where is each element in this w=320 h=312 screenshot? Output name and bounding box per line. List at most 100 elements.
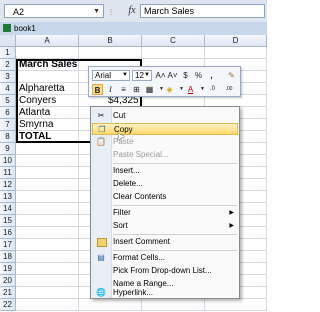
cell-a6[interactable]: Atlanta [17, 107, 50, 119]
menu-item-cut[interactable]: ✂ Cut [92, 110, 238, 122]
menu-item-delete[interactable]: Delete... [92, 178, 238, 190]
font-size-select[interactable]: 12 ▼ [132, 70, 152, 81]
fill-color-icon[interactable]: ◈ [164, 84, 175, 95]
select-all-corner[interactable] [0, 35, 16, 47]
row-header-22[interactable]: 22 [0, 299, 16, 311]
percent-button[interactable]: % [193, 70, 204, 81]
borders-icon[interactable]: ▦ [144, 84, 155, 95]
row-header-19[interactable]: 19 [0, 263, 16, 275]
row-header-16[interactable]: 16 [0, 227, 16, 239]
cell-a2[interactable]: March Sales [17, 59, 77, 71]
font-color-button[interactable]: A [185, 84, 196, 95]
insert-function-icon[interactable]: fx [125, 4, 139, 18]
chevron-down-icon[interactable]: ▼ [93, 5, 100, 19]
column-header-a[interactable]: A [16, 35, 79, 47]
menu-item-label: Sort [113, 221, 128, 230]
menu-item-insert-comment[interactable]: Insert Comment [92, 236, 238, 248]
cell-a5[interactable]: Conyers [17, 95, 56, 107]
cell-a4[interactable]: Alpharetta [17, 83, 65, 95]
row-header-6[interactable]: 6 [0, 107, 16, 119]
row-header-18[interactable]: 18 [0, 251, 16, 263]
menu-item-format-cells[interactable]: ▤ Format Cells... [92, 252, 238, 264]
italic-button[interactable]: I [105, 84, 116, 95]
align-center-icon[interactable]: ≡ [118, 84, 129, 95]
row-header-2[interactable]: 2 [0, 59, 16, 71]
cell-a8[interactable]: TOTAL [17, 131, 51, 143]
menu-item-hyperlink[interactable]: 🌐 Hyperlink... [92, 287, 238, 299]
menu-item-paste[interactable]: 📋 Paste [92, 136, 238, 148]
grid-cell[interactable] [16, 47, 79, 59]
grid-cell[interactable] [142, 299, 205, 311]
font-size-value: 12 [135, 71, 144, 80]
menu-item-sort[interactable]: Sort ▶ [92, 220, 238, 232]
menu-item-copy[interactable]: ❐ Copy [92, 123, 238, 135]
row-header-14[interactable]: 14 [0, 203, 16, 215]
row-header-9[interactable]: 9 [0, 143, 16, 155]
currency-button[interactable]: $ [180, 70, 191, 81]
menu-item-paste-special[interactable]: Paste Special... [92, 149, 238, 161]
menu-item-pick-from-list[interactable]: Pick From Drop-down List... [92, 265, 238, 277]
row-header-4[interactable]: 4 [0, 83, 16, 95]
grid-cell[interactable] [16, 179, 79, 191]
row-header-15[interactable]: 15 [0, 215, 16, 227]
grid-cell[interactable] [16, 203, 79, 215]
paintbrush-icon[interactable]: ✎ [226, 70, 237, 81]
grid-cell[interactable] [16, 299, 79, 311]
grid-cell[interactable] [16, 287, 79, 299]
font-name-select[interactable]: Arial ▼ [92, 70, 130, 81]
menu-item-label: Delete... [113, 179, 143, 188]
menu-item-filter[interactable]: Filter ▶ [92, 207, 238, 219]
menu-item-insert[interactable]: Insert... [92, 165, 238, 177]
shrink-font-button[interactable]: A˅ [167, 70, 178, 81]
formula-input[interactable]: March Sales [140, 4, 265, 18]
chevron-down-icon: ▼ [144, 72, 150, 78]
cell-a7[interactable]: Smyrna [17, 119, 53, 131]
grid-cell[interactable] [205, 299, 267, 311]
row-header-1[interactable]: 1 [0, 47, 16, 59]
name-box[interactable]: A2 ▼ [4, 4, 104, 18]
row-header-7[interactable]: 7 [0, 119, 16, 131]
row-header-8[interactable]: 8 [0, 131, 16, 143]
grow-font-button[interactable]: A˄ [155, 70, 166, 81]
grid-cell[interactable] [16, 251, 79, 263]
scissors-icon: ✂ [97, 111, 105, 120]
row-header-12[interactable]: 12 [0, 179, 16, 191]
bold-button[interactable]: B [92, 84, 103, 95]
row-header-20[interactable]: 20 [0, 275, 16, 287]
grid-cell[interactable] [16, 191, 79, 203]
paste-icon: 📋 [96, 137, 106, 146]
menu-item-clear-contents[interactable]: Clear Contents [92, 191, 238, 203]
row-header-13[interactable]: 13 [0, 191, 16, 203]
menu-item-label: Paste Special... [113, 150, 169, 159]
grid-cell[interactable] [79, 47, 142, 59]
grid-cell[interactable] [16, 167, 79, 179]
grid-cell[interactable] [16, 227, 79, 239]
menu-separator [113, 205, 237, 206]
grid-cell[interactable] [16, 275, 79, 287]
column-header-b[interactable]: B [79, 35, 142, 47]
row-header-11[interactable]: 11 [0, 167, 16, 179]
grid-cell[interactable] [16, 71, 79, 83]
grid-cell[interactable] [16, 155, 79, 167]
grid-cell[interactable] [79, 299, 142, 311]
comma-style-button[interactable]: , [206, 70, 217, 81]
grid-cell[interactable] [16, 263, 79, 275]
row-header-10[interactable]: 10 [0, 155, 16, 167]
column-header-d[interactable]: D [205, 35, 267, 47]
menu-item-label: Cut [113, 111, 126, 120]
row-header-21[interactable]: 21 [0, 287, 16, 299]
splitter-dots-icon[interactable]: ⋮ [108, 9, 115, 16]
row-header-3[interactable]: 3 [0, 71, 16, 83]
increase-decimal-button[interactable]: .0 [207, 84, 218, 95]
grid-cell[interactable] [142, 47, 205, 59]
merge-cells-icon[interactable]: ⊞ [131, 84, 142, 95]
menu-item-label: Hyperlink... [113, 288, 154, 297]
grid-cell[interactable] [16, 239, 79, 251]
grid-cell[interactable] [16, 215, 79, 227]
grid-cell[interactable] [205, 47, 267, 59]
decrease-decimal-button[interactable]: .00 [222, 84, 236, 95]
row-header-17[interactable]: 17 [0, 239, 16, 251]
row-header-5[interactable]: 5 [0, 95, 16, 107]
grid-cell[interactable] [16, 143, 79, 155]
column-header-c[interactable]: C [142, 35, 205, 47]
